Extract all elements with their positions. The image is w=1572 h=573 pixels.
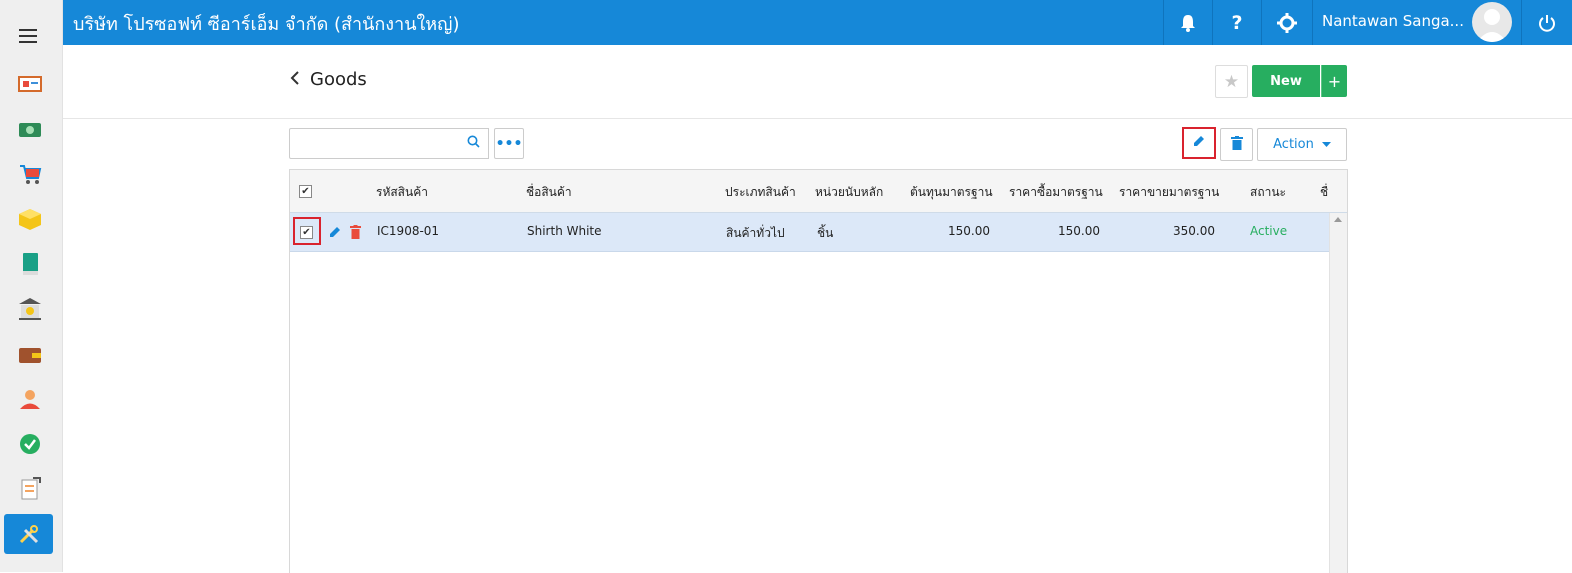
divider [1312, 0, 1313, 45]
power-icon[interactable] [1522, 0, 1572, 45]
top-bar: บริษัท โปรซอฟท์ ซีอาร์เอ็ม จำกัด (สำนักง… [63, 0, 1572, 45]
cell-type: สินค้าทั่วไป [726, 226, 785, 240]
favorite-button[interactable]: ★ [1215, 65, 1248, 98]
row-edit-icon[interactable] [329, 225, 342, 242]
avatar[interactable] [1472, 2, 1512, 42]
pencil-icon [1192, 134, 1206, 152]
cell-name: Shirth White [527, 224, 602, 238]
search-icon [467, 135, 480, 152]
back-title[interactable]: Goods [290, 69, 367, 90]
more-options-button[interactable]: ••• [494, 128, 524, 159]
bell-icon[interactable] [1164, 0, 1212, 45]
new-button[interactable]: New [1252, 65, 1320, 97]
caret-down-icon [1321, 137, 1331, 152]
menu-icon[interactable] [19, 29, 37, 43]
new-dropdown-button[interactable]: + [1321, 65, 1347, 97]
row-checkbox[interactable]: ✔ [300, 226, 313, 239]
star-icon: ★ [1223, 71, 1240, 92]
delete-button[interactable] [1220, 128, 1253, 161]
column-header[interactable]: ชื่อสินค้า [526, 183, 572, 202]
table-row[interactable]: ✔ IC1908-01 Shirth White สินค้าทั่วไป ชิ… [290, 213, 1329, 252]
cell-buy-price: 150.00 [1058, 224, 1100, 238]
page-header: Goods ★ New + [63, 45, 1572, 119]
select-all-checkbox[interactable]: ✔ [299, 185, 312, 198]
action-label: Action [1273, 137, 1314, 152]
column-header[interactable]: ต้นทุนมาตรฐาน [910, 183, 993, 202]
cart-icon[interactable] [13, 157, 47, 191]
scroll-up-icon[interactable] [1334, 217, 1342, 222]
cell-cost: 150.00 [948, 224, 990, 238]
dashboard-icon[interactable] [13, 67, 47, 101]
column-header[interactable]: รหัสสินค้า [376, 183, 428, 202]
sidebar [0, 0, 63, 572]
chevron-left-icon[interactable] [290, 69, 300, 90]
cell-code: IC1908-01 [377, 224, 440, 238]
tools-icon[interactable] [4, 514, 53, 554]
cell-sell-price: 350.00 [1173, 224, 1215, 238]
page-title: Goods [310, 69, 367, 90]
status-badge: Active [1250, 224, 1288, 238]
search-input[interactable] [289, 128, 461, 159]
user-name[interactable]: Nantawan Sanga... [1322, 12, 1464, 30]
money-icon[interactable] [13, 113, 47, 147]
bank-icon[interactable] [13, 292, 47, 326]
edit-button[interactable] [1182, 127, 1216, 159]
goods-grid: ✔ รหัสสินค้า ชื่อสินค้า ประเภทสินค้า หน่… [289, 169, 1348, 573]
column-header[interactable]: ราคาขายมาตรฐาน [1119, 183, 1219, 202]
column-header[interactable]: ชื่ [1320, 183, 1328, 202]
column-header[interactable]: หน่วยนับหลัก [815, 183, 883, 202]
grid-header: ✔ รหัสสินค้า ชื่อสินค้า ประเภทสินค้า หน่… [290, 170, 1347, 214]
action-dropdown[interactable]: Action [1257, 128, 1347, 161]
vertical-scrollbar[interactable] [1329, 213, 1347, 573]
report-icon[interactable] [13, 472, 47, 506]
box-icon[interactable] [13, 202, 47, 236]
check-icon[interactable] [13, 427, 47, 461]
trash-icon [1230, 135, 1243, 154]
help-icon[interactable]: ? [1213, 0, 1261, 45]
company-name: บริษัท โปรซอฟท์ ซีอาร์เอ็ม จำกัด (สำนักง… [73, 14, 460, 35]
settings-icon[interactable] [1262, 0, 1312, 45]
people-icon[interactable] [13, 382, 47, 416]
row-delete-icon[interactable] [350, 225, 361, 243]
wallet-icon[interactable] [13, 337, 47, 371]
search-button[interactable] [459, 128, 489, 159]
column-header[interactable]: สถานะ [1250, 183, 1286, 202]
cell-unit: ชิ้น [817, 226, 834, 240]
book-icon[interactable] [13, 247, 47, 281]
column-header[interactable]: ราคาซื้อมาตรฐาน [1009, 183, 1103, 202]
column-header[interactable]: ประเภทสินค้า [725, 183, 796, 202]
